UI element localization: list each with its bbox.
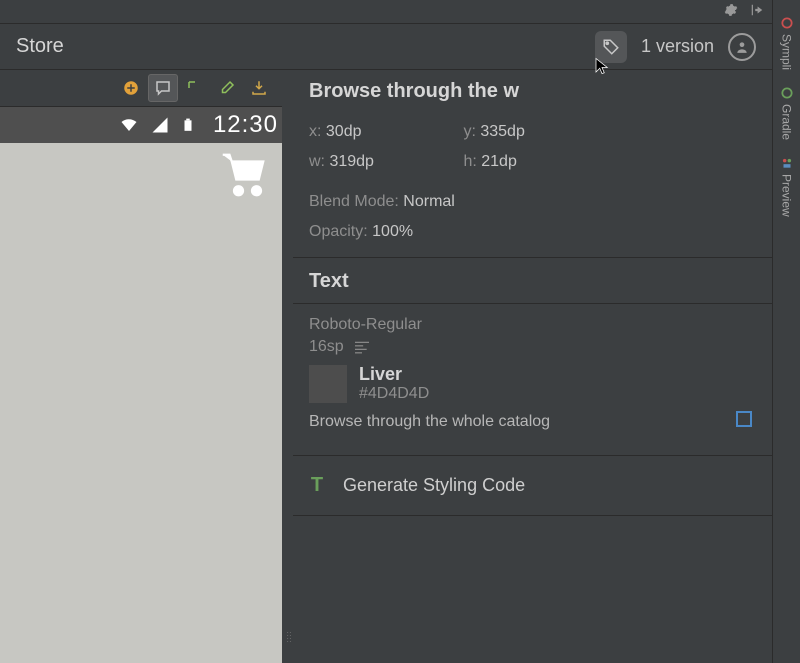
canvas-toolbar	[0, 70, 282, 106]
font-size: 16sp	[309, 338, 344, 356]
cart-icon	[216, 148, 270, 205]
text-content-value: Browse through the whole catalog	[309, 413, 756, 431]
generate-label: Generate Styling Code	[343, 475, 525, 496]
gradle-icon	[780, 86, 794, 100]
text-type-icon: T	[309, 474, 325, 497]
rail-preview-label: Preview	[780, 174, 794, 217]
color-swatch[interactable]	[309, 365, 347, 403]
user-avatar-button[interactable]	[728, 33, 756, 61]
right-tool-rail: Sympli Gradle Preview	[772, 0, 800, 663]
rail-sympli-label: Sympli	[780, 34, 794, 70]
y-label: y:	[463, 123, 475, 140]
text-section-header: Text	[293, 258, 772, 304]
rail-gradle-label: Gradle	[780, 104, 794, 140]
battery-icon	[181, 115, 195, 135]
design-canvas-column: 12:30	[0, 70, 285, 663]
blend-value: Normal	[403, 193, 455, 210]
h-label: h:	[463, 153, 476, 170]
header-row: Store 1 version	[0, 24, 772, 70]
opacity-label: Opacity:	[309, 223, 368, 240]
status-clock: 12:30	[213, 111, 278, 139]
rail-gradle[interactable]: Gradle	[778, 80, 796, 146]
selected-element-name: Browse through the w	[293, 70, 772, 117]
panel-resize-handle[interactable]: ········	[285, 70, 293, 663]
h-value: 21dp	[481, 153, 517, 170]
device-preview[interactable]: 12:30	[0, 106, 282, 663]
hide-panel-icon[interactable]	[750, 3, 764, 20]
version-label[interactable]: 1 version	[641, 36, 714, 57]
x-label: x:	[309, 123, 321, 140]
color-name: Liver	[359, 364, 429, 385]
blend-label: Blend Mode:	[309, 193, 399, 210]
ruler-button[interactable]	[180, 74, 210, 102]
rail-sympli[interactable]: Sympli	[778, 10, 796, 76]
w-value: 319dp	[329, 153, 374, 170]
sympli-icon	[780, 16, 794, 30]
font-family: Roboto-Regular	[309, 316, 756, 334]
inspector-panel: Browse through the w x: 30dp y: 335dp w:…	[293, 70, 772, 663]
gear-icon[interactable]	[724, 3, 738, 20]
opacity-value: 100%	[372, 223, 413, 240]
comment-button[interactable]	[148, 74, 178, 102]
align-left-icon	[354, 340, 370, 354]
signal-icon	[151, 116, 169, 134]
copy-icon[interactable]	[736, 411, 756, 431]
device-action-bar	[0, 143, 282, 209]
screen-title: Store	[16, 35, 64, 58]
cursor-icon	[593, 57, 611, 75]
color-picker-button[interactable]	[212, 74, 242, 102]
tag-button[interactable]	[595, 31, 627, 63]
w-label: w:	[309, 153, 325, 170]
preview-icon	[780, 156, 794, 170]
generate-styling-code-button[interactable]: T Generate Styling Code	[293, 455, 772, 516]
rail-preview[interactable]: Preview	[778, 150, 796, 223]
panel-top-toolbar	[0, 0, 772, 24]
device-status-bar: 12:30	[0, 107, 282, 143]
color-hex: #4D4D4D	[359, 385, 429, 403]
add-button[interactable]	[116, 74, 146, 102]
y-value: 335dp	[480, 123, 525, 140]
wifi-icon	[119, 116, 139, 134]
export-button[interactable]	[244, 74, 274, 102]
x-value: 30dp	[326, 123, 362, 140]
